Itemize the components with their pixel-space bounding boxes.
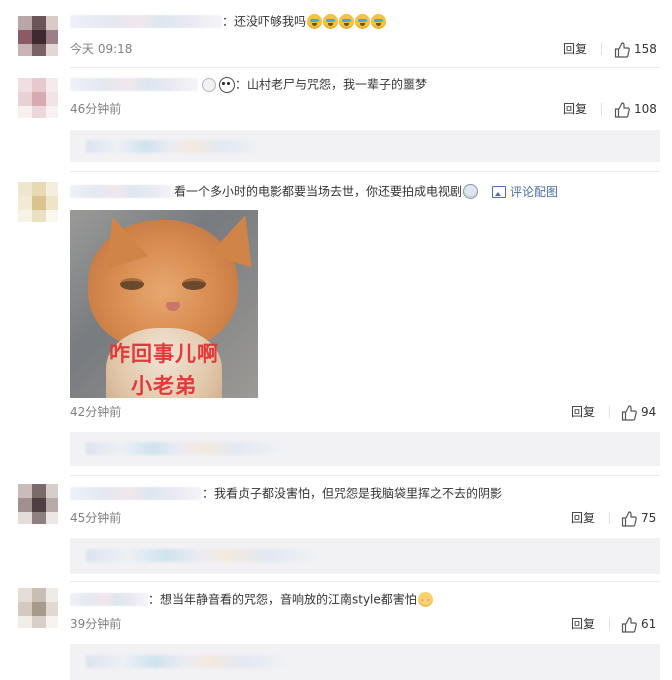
avatar[interactable] [18,484,58,524]
comment-text: ：还没吓够我吗 [222,14,307,29]
avatar[interactable] [18,16,58,56]
sub-reply-box[interactable] [70,644,660,680]
comment-item: ：还没吓够我吗 今天 09:18 回复 158 [0,0,672,68]
cry-laugh-emoji [339,14,355,29]
sub-reply-preview [86,655,290,668]
thumbs-up-icon [614,41,630,58]
cry-laugh-emoji [307,14,323,29]
username[interactable] [70,15,222,28]
like-count: 61 [641,617,657,631]
timestamp: 42分钟前 [70,405,122,419]
comment-text: ：想当年静音看的咒怨，音响放的江南style都害怕 [148,592,417,607]
thumbs-up-icon [621,510,637,527]
cry-laugh-emoji [323,14,339,29]
timestamp: 39分钟前 [70,617,122,631]
like-count: 94 [641,405,657,419]
comment-image-link-label: 评论配图 [510,184,559,199]
comment-text: ：山村老尸与咒怨，我一辈子的噩梦 [235,77,428,92]
timestamp: 今天 09:18 [70,42,133,56]
like-count: 75 [641,511,657,525]
username[interactable] [70,185,174,198]
sub-reply-box[interactable] [70,130,660,162]
shock-emoji [463,184,479,199]
image-caption: 小老弟 [131,374,197,398]
cry-laugh-emoji [355,14,371,29]
image-caption: 咋回事儿啊 [109,342,219,366]
reply-button[interactable]: 回复 [571,510,595,526]
panda-icon [219,76,235,93]
thumbs-up-icon [621,616,637,633]
comment-line: ：山村老尸与咒怨，我一辈子的噩梦 [70,75,427,94]
sub-reply-preview [86,140,262,153]
like-count: 158 [634,42,657,56]
medal-icon [202,77,216,92]
shy-emoji [417,592,433,607]
comment-text: 看一个多小时的电影都要当场去世，你还要拍成电视剧 [174,184,463,199]
sub-reply-box[interactable] [70,538,660,574]
avatar[interactable] [18,588,58,628]
username[interactable] [70,593,148,606]
comment-item: ：山村老尸与咒怨，我一辈子的噩梦 46分钟前 回复 108 [0,68,672,170]
reply-button[interactable]: 回复 [571,616,595,632]
avatar[interactable] [18,182,58,222]
image-icon [492,186,507,198]
like-button[interactable]: 94 [621,404,656,421]
like-button[interactable]: 75 [621,510,656,527]
sub-reply-preview [86,442,282,455]
like-count: 108 [634,102,657,116]
comment-text: ：我看贞子都没害怕，但咒怨是我脑袋里挥之不去的阴影 [202,486,503,501]
comment-line: ：还没吓够我吗 [70,12,387,31]
comment-line: ：我看贞子都没害怕，但咒怨是我脑袋里挥之不去的阴影 [70,484,502,503]
timestamp: 46分钟前 [70,102,122,116]
like-button[interactable]: 158 [614,41,657,58]
comment-line: ：想当年静音看的咒怨，音响放的江南style都害怕 [70,590,433,609]
timestamp: 45分钟前 [70,511,122,525]
like-button[interactable]: 108 [614,101,657,118]
thumbs-up-icon [614,101,630,118]
sub-reply-box[interactable] [70,432,660,466]
avatar[interactable] [18,78,58,118]
reply-button[interactable]: 回复 [571,404,595,420]
like-button[interactable]: 61 [621,616,656,633]
comment-line: 看一个多小时的电影都要当场去世，你还要拍成电视剧 评论配图 [70,182,558,201]
username[interactable] [70,487,202,500]
reply-button[interactable]: 回复 [563,101,587,117]
cry-laugh-emoji [371,14,387,29]
sub-reply-preview [86,549,322,562]
username[interactable] [70,78,198,91]
reply-button[interactable]: 回复 [563,41,587,57]
comment-image-link[interactable]: 评论配图 [492,185,558,199]
comment-image[interactable]: 咋回事儿啊 小老弟 [70,210,258,398]
comment-item: ：想当年静音看的咒怨，音响放的江南style都害怕 39分钟前 回复 61 [0,582,672,680]
comment-item: ：我看贞子都没害怕，但咒怨是我脑袋里挥之不去的阴影 45分钟前 回复 75 [0,476,672,580]
thumbs-up-icon [621,404,637,421]
